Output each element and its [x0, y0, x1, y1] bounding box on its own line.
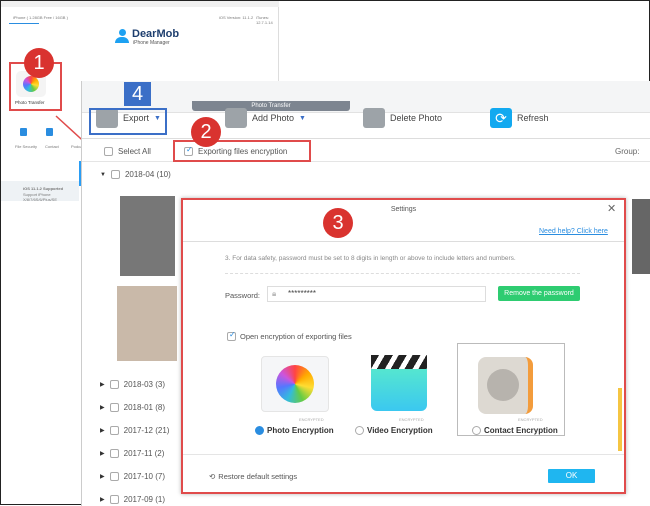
divider	[183, 241, 624, 242]
photo-encryption-icon[interactable]	[261, 356, 329, 412]
divider	[82, 138, 650, 139]
group-row[interactable]: ▶ 2017-12 (21)	[100, 426, 169, 435]
group-label: 2017-11 (2)	[123, 449, 165, 458]
option-label: Contact Encryption	[484, 426, 558, 435]
password-note: 3. For data safety, password must be set…	[225, 255, 516, 262]
select-all-checkbox[interactable]: Select All	[104, 147, 151, 156]
caret-right-icon[interactable]: ▶	[100, 473, 105, 480]
scrollbar[interactable]	[618, 388, 622, 451]
encrypted-tag: ENCRYPTED	[299, 417, 324, 422]
divider	[225, 273, 580, 274]
encrypted-tag: ENCRYPTED	[399, 417, 424, 422]
restore-defaults-button[interactable]: ⟲ Restore default settings	[209, 472, 297, 481]
refresh-label: Refresh	[517, 113, 549, 123]
caret-down-icon[interactable]: ▼	[100, 172, 106, 178]
group-label: 2017-10 (7)	[123, 472, 165, 481]
contact-encryption-card[interactable]	[457, 343, 565, 436]
caret-right-icon[interactable]: ▶	[100, 381, 105, 388]
remove-password-button[interactable]: Remove the password	[498, 286, 580, 301]
delete-photo-icon	[363, 108, 385, 128]
encrypted-tag: ENCRYPTED	[518, 417, 543, 422]
group-row[interactable]: ▶ 2017-10 (7)	[100, 472, 165, 481]
dialog-title: Settings	[390, 206, 417, 213]
group-label: 2017-12 (21)	[123, 426, 170, 435]
group-label: 2018-01 (8)	[123, 403, 165, 412]
option-label: Video Encryption	[367, 426, 433, 435]
group-row[interactable]: ▶ 2018-03 (3)	[100, 380, 165, 389]
group-row[interactable]: ▶ 2018-01 (8)	[100, 403, 165, 412]
photo-thumbnail[interactable]	[117, 286, 177, 361]
delete-photo-button[interactable]: Delete Photo	[363, 108, 442, 128]
group-label: 2018-03 (3)	[123, 380, 165, 389]
divider	[183, 454, 624, 455]
contact-encryption-icon	[478, 357, 533, 414]
divider	[82, 161, 650, 162]
select-all-label: Select All	[118, 147, 151, 156]
group-label: Group:	[615, 147, 640, 156]
refresh-icon: ⟳	[490, 108, 512, 128]
caret-right-icon[interactable]: ▶	[100, 450, 105, 457]
highlight-step-4	[89, 108, 167, 135]
close-icon[interactable]: ✕	[607, 202, 616, 215]
ok-button[interactable]: OK	[548, 469, 595, 483]
open-encryption-checkbox[interactable]: Open encryption of exporting files	[227, 330, 352, 341]
password-input[interactable]: 🔒︎ *********	[267, 286, 486, 302]
video-encryption-radio[interactable]: Video Encryption	[355, 426, 433, 436]
step-badge-3: 3	[323, 208, 353, 238]
video-encryption-icon[interactable]	[371, 355, 427, 412]
photo-thumbnail[interactable]	[120, 196, 175, 276]
add-photo-label: Add Photo	[252, 113, 295, 123]
group-row[interactable]: ▶ 2017-11 (2)	[100, 449, 164, 458]
caret-right-icon[interactable]: ▶	[100, 427, 105, 434]
highlight-step-2	[173, 140, 311, 162]
add-photo-button[interactable]: Add Photo ▼	[225, 108, 306, 128]
lock-icon: 🔒︎	[272, 289, 277, 298]
history-icon: ⟲	[209, 472, 216, 481]
photo-encryption-radio[interactable]: Photo Encryption	[255, 426, 334, 436]
step-badge-4: 4	[124, 82, 151, 106]
refresh-button[interactable]: ⟳ Refresh	[490, 108, 549, 128]
chevron-down-icon[interactable]: ▼	[299, 115, 306, 122]
caret-right-icon[interactable]: ▶	[100, 496, 105, 503]
contact-encryption-radio[interactable]: Contact Encryption	[472, 426, 558, 436]
add-photo-icon	[225, 108, 247, 128]
restore-label: Restore default settings	[218, 472, 298, 481]
group-label: 2017-09 (1)	[123, 495, 165, 504]
step-badge-2: 2	[191, 117, 221, 147]
group-label: 2018-04 (10)	[124, 170, 171, 179]
help-link[interactable]: Need help? Click here	[539, 228, 608, 235]
photo-thumbnail[interactable]	[632, 199, 650, 274]
delete-photo-label: Delete Photo	[390, 113, 443, 123]
group-row[interactable]: ▼ 2018-04 (10)	[100, 170, 171, 179]
open-encryption-label: Open encryption of exporting files	[240, 332, 352, 341]
password-value: *********	[288, 289, 317, 298]
option-label: Photo Encryption	[267, 426, 334, 435]
caret-right-icon[interactable]: ▶	[100, 404, 105, 411]
settings-dialog: Settings ✕ 3 Need help? Click here 3. Fo…	[181, 198, 626, 494]
group-row[interactable]: ▶ 2017-09 (1)	[100, 495, 165, 504]
password-label: Password:	[225, 291, 261, 300]
